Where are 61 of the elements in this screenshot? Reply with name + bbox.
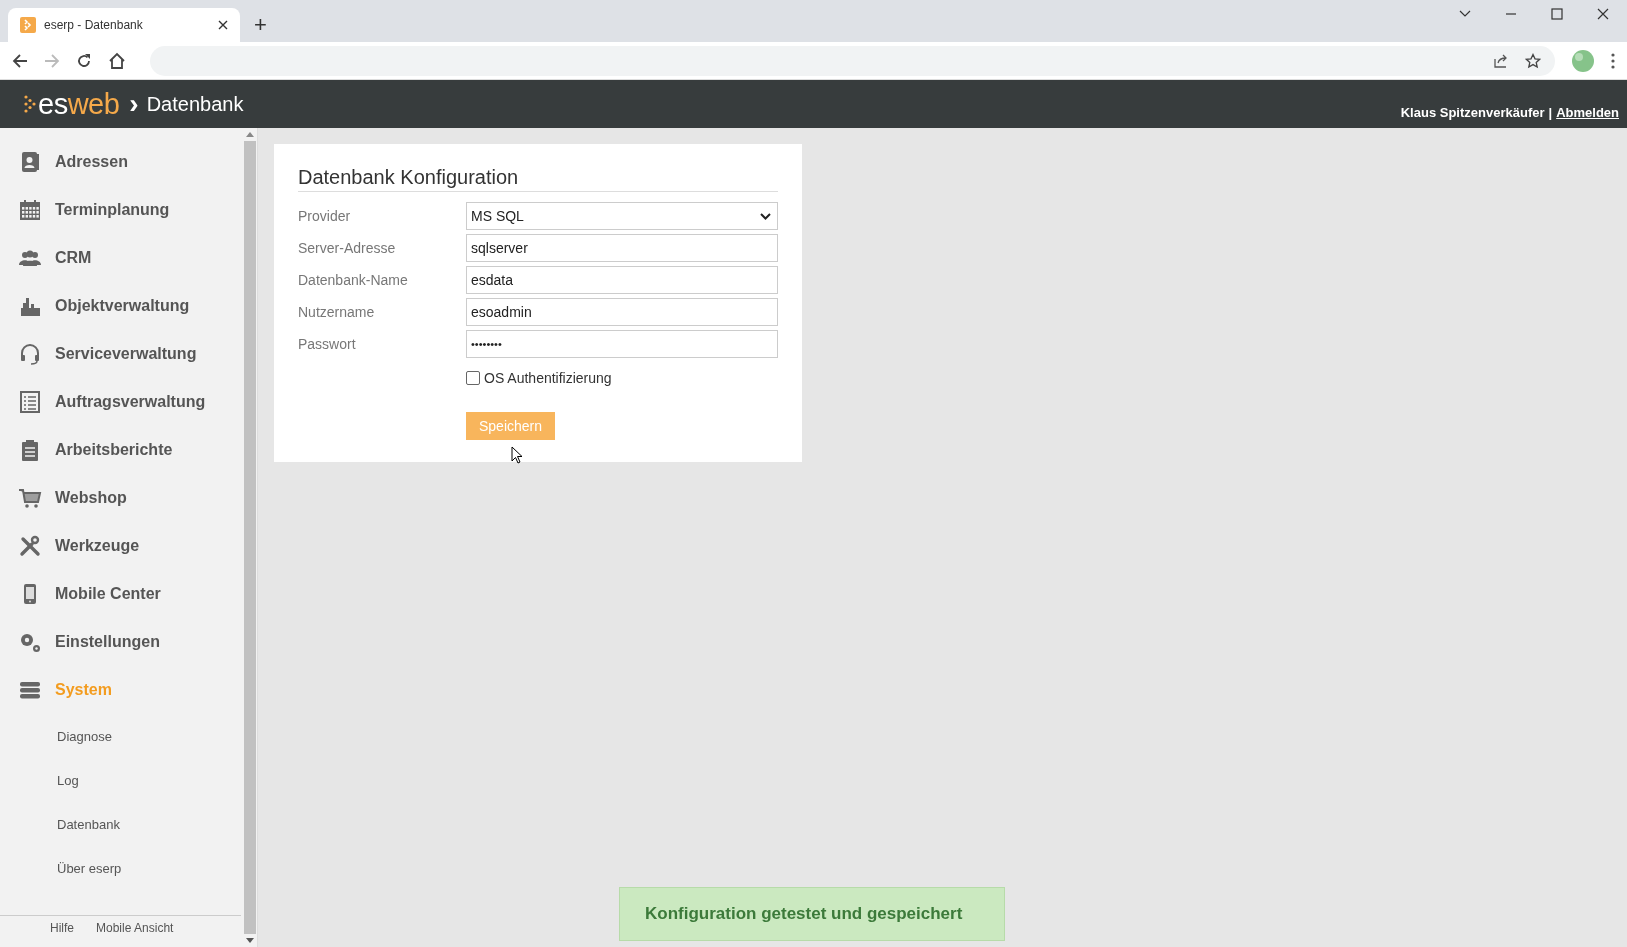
checkbox[interactable] xyxy=(466,371,480,385)
back-icon[interactable] xyxy=(12,52,28,69)
chevron-down-icon[interactable] xyxy=(1459,10,1471,18)
logo[interactable]: esweb xyxy=(38,87,120,121)
nav-item[interactable]: Einstellungen xyxy=(0,618,242,666)
input-field[interactable]: esoadmin xyxy=(466,298,778,326)
field-label: Passwort xyxy=(298,336,357,352)
share-icon[interactable] xyxy=(1493,52,1509,69)
close-icon[interactable] xyxy=(218,20,228,30)
calendar-icon xyxy=(18,198,42,222)
scroll-down-icon[interactable] xyxy=(246,938,254,943)
nav-item[interactable]: Arbeitsberichte xyxy=(0,426,242,474)
nav-item[interactable]: Adressen xyxy=(0,138,242,186)
submenu-item[interactable]: Diagnose xyxy=(0,714,241,758)
field-label: Provider xyxy=(298,208,352,224)
nav-item[interactable]: Auftragsverwaltung xyxy=(0,378,242,426)
logout-link[interactable]: Abmelden xyxy=(1556,104,1619,120)
checkbox-label[interactable]: OS Authentifizierung xyxy=(484,370,612,386)
form-title: Datenbank Konfiguration xyxy=(298,166,778,192)
nav-item[interactable]: Werkzeuge xyxy=(0,522,242,570)
close-icon[interactable] xyxy=(1597,8,1609,20)
tools-icon xyxy=(18,534,42,558)
logo-icon xyxy=(24,94,36,114)
input-field[interactable]: sqlserver xyxy=(466,234,778,262)
success-message: Konfiguration getestet und gespeichert xyxy=(619,887,1005,941)
input-field[interactable]: esdata xyxy=(466,266,778,294)
nav-item[interactable]: Webshop xyxy=(0,474,242,522)
tab-title: eserp - Datenbank xyxy=(44,18,144,32)
caret-icon xyxy=(760,212,771,220)
separator: | xyxy=(1548,104,1553,120)
footer-link[interactable]: Mobile Ansicht xyxy=(96,921,174,935)
field-label: Server-Adresse xyxy=(298,240,397,256)
list-icon xyxy=(18,390,42,414)
cart-icon xyxy=(18,486,42,510)
scrollbar-thumb[interactable] xyxy=(244,141,256,934)
footer-link[interactable]: Hilfe xyxy=(50,921,74,935)
nav-item[interactable]: CRM xyxy=(0,234,242,282)
menu-icon[interactable] xyxy=(1611,52,1615,69)
new-tab-button[interactable]: + xyxy=(254,14,267,36)
scroll-up-icon[interactable] xyxy=(246,132,254,137)
submenu-item[interactable]: Log xyxy=(0,758,241,802)
password-field[interactable]: •••••••• xyxy=(466,330,778,358)
app-icon xyxy=(20,17,36,33)
home-icon[interactable] xyxy=(108,51,126,70)
field-label: Datenbank-Name xyxy=(298,272,409,288)
maximize-icon[interactable] xyxy=(1551,8,1563,20)
provider-dropdown[interactable]: MS SQL xyxy=(466,202,778,230)
headset-icon xyxy=(18,342,42,366)
nav-item[interactable]: Mobile Center xyxy=(0,570,242,618)
reload-icon[interactable] xyxy=(76,52,92,69)
user-name: Klaus Spitzenverkäufer xyxy=(1400,104,1545,120)
star-icon[interactable] xyxy=(1525,52,1541,69)
browser-tab[interactable]: eserp - Datenbank xyxy=(8,8,240,42)
nav-item[interactable]: Objektverwaltung xyxy=(0,282,242,330)
submenu-item[interactable]: Über eserp xyxy=(0,846,241,890)
submenu-item[interactable]: Datenbank xyxy=(0,802,241,846)
page-title: Datenbank xyxy=(146,92,244,116)
breadcrumb-separator: › xyxy=(129,88,139,120)
field-label: Nutzername xyxy=(298,304,376,320)
nav-item[interactable]: Serviceverwaltung xyxy=(0,330,242,378)
nav-item[interactable]: Terminplanung xyxy=(0,186,242,234)
